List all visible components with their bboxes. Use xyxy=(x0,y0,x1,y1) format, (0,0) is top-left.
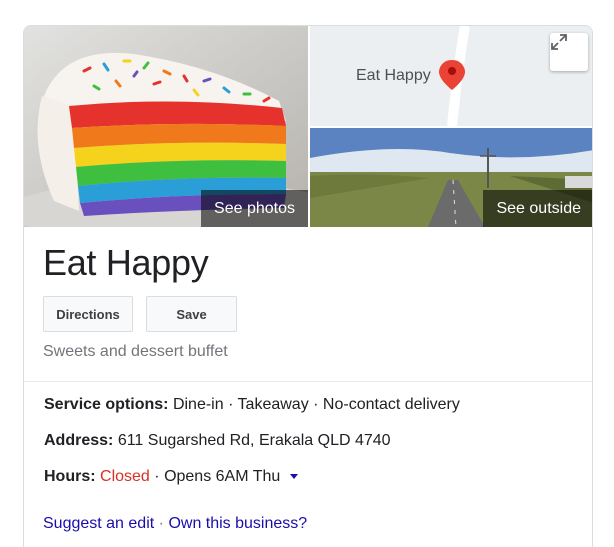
footer-separator: · xyxy=(158,515,164,532)
hours-label: Hours: xyxy=(44,468,96,485)
save-button[interactable]: Save xyxy=(146,296,237,332)
hours-row: Hours: Closed · Opens 6AM Thu xyxy=(44,468,298,486)
own-business-link[interactable]: Own this business? xyxy=(168,515,307,532)
hours-next-open[interactable]: Opens 6AM Thu xyxy=(164,468,280,485)
expand-icon xyxy=(551,34,567,50)
hours-dropdown-icon[interactable] xyxy=(289,474,298,480)
directions-button[interactable]: Directions xyxy=(43,296,133,332)
service-options-label: Service options: xyxy=(44,396,169,413)
hours-separator: · xyxy=(154,468,160,485)
hours-status: Closed xyxy=(100,468,150,485)
section-divider xyxy=(24,381,592,382)
service-options-value: Dine-in · Takeaway · No-contact delivery xyxy=(172,396,460,413)
service-options-row: Service options: Dine-in · Takeaway · No… xyxy=(44,396,460,414)
suggest-edit-link[interactable]: Suggest an edit xyxy=(43,515,154,532)
photo-tile[interactable]: See photos xyxy=(24,26,308,227)
media-strip: See photos Eat Happy See outside xyxy=(24,26,592,227)
map-business-label: Eat Happy xyxy=(356,67,431,84)
address-value[interactable]: 611 Sugarshed Rd, Erakala QLD 4740 xyxy=(118,432,391,449)
address-row: Address: 611 Sugarshed Rd, Erakala QLD 4… xyxy=(44,432,391,450)
business-category: Sweets and dessert buffet xyxy=(43,343,228,360)
see-outside-label[interactable]: See outside xyxy=(483,190,592,227)
expand-map-button[interactable] xyxy=(550,33,588,71)
map-tile[interactable]: Eat Happy xyxy=(310,26,592,126)
address-label: Address: xyxy=(44,432,114,449)
see-photos-label[interactable]: See photos xyxy=(201,190,308,227)
street-view-tile[interactable]: See outside xyxy=(310,128,592,227)
footer-links: Suggest an edit · Own this business? xyxy=(43,515,307,533)
business-name: Eat Happy xyxy=(43,242,209,283)
business-panel: See photos Eat Happy See outside Eat Hap… xyxy=(23,25,593,547)
